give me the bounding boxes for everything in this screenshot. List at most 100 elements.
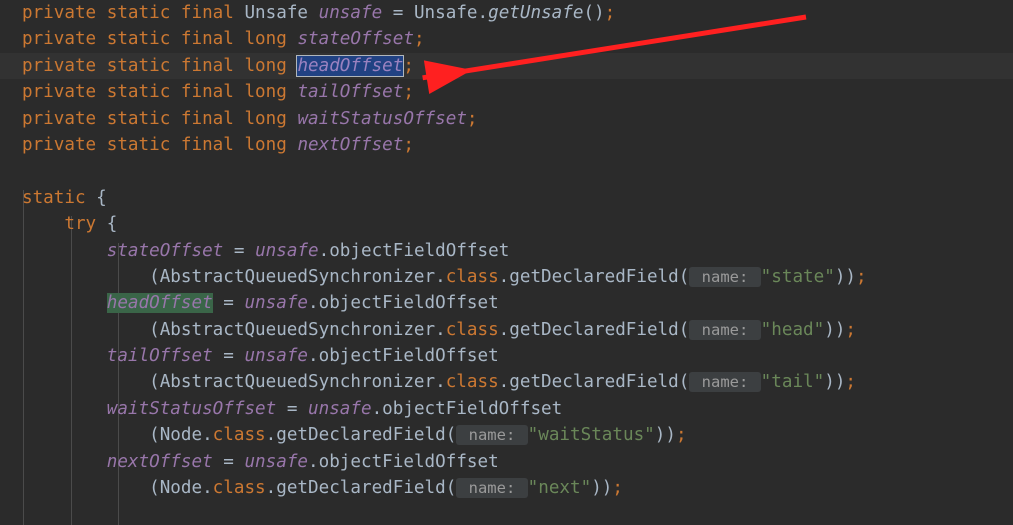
code-token-str: "state" — [760, 266, 835, 287]
code-line[interactable]: (Node.class.getDeclaredField( name: "nex… — [0, 475, 1013, 501]
code-token-fld: unsafe — [244, 451, 309, 472]
code-token-pl: )) — [654, 425, 676, 446]
code-token-str: "tail" — [760, 372, 825, 393]
code-line[interactable]: tailOffset = unsafe.objectFieldOffset — [0, 343, 1013, 369]
code-token-fld: waitStatusOffset — [106, 398, 277, 419]
code-line[interactable]: (AbstractQueuedSynchronizer.class.getDec… — [0, 369, 1013, 395]
code-token-kw: class — [445, 319, 499, 340]
code-token-str: "head" — [760, 319, 825, 340]
code-token-hint: name: — [456, 425, 528, 446]
code-token-kw: long — [244, 29, 298, 50]
code-token-pl: = — [223, 240, 256, 261]
code-token-pl: .objectFieldOffset — [308, 346, 499, 367]
code-token-pl: (AbstractQueuedSynchronizer. — [22, 266, 446, 287]
code-token-str: "waitStatus" — [527, 425, 655, 446]
code-line[interactable]: waitStatusOffset = unsafe.objectFieldOff… — [0, 396, 1013, 422]
code-token-pl: { — [106, 214, 118, 235]
code-token-kw: static — [106, 3, 181, 23]
code-token-kw: private — [22, 108, 107, 129]
code-token-kw: class — [212, 425, 266, 446]
code-token-pl: .getDeclaredField( — [265, 425, 457, 446]
code-line[interactable]: nextOffset = unsafe.objectFieldOffset — [0, 449, 1013, 475]
code-line[interactable]: private static final long headOffset; — [0, 52, 1013, 80]
code-token-kw: ; — [612, 478, 623, 499]
code-line[interactable]: (AbstractQueuedSynchronizer.class.getDec… — [0, 264, 1013, 290]
code-line[interactable]: private static final long stateOffset; — [0, 26, 1013, 52]
code-line[interactable] — [0, 158, 1013, 184]
code-token-pl: .getDeclaredField( — [265, 478, 457, 499]
code-token-str: "next" — [527, 478, 592, 499]
code-token-fld: unsafe — [318, 3, 383, 23]
code-token-fld: unsafe — [255, 240, 319, 261]
code-line[interactable]: (Node.class.getDeclaredField( name: "wai… — [0, 422, 1013, 448]
code-token-pl: { — [96, 187, 107, 208]
code-token-kw: ; — [403, 134, 414, 155]
code-token-kw: final — [180, 108, 245, 129]
code-token-fld: stateOffset — [106, 240, 224, 261]
code-token-hint: name: — [689, 266, 761, 287]
code-token-kw: final — [180, 29, 245, 50]
code-token-kw: private — [22, 134, 107, 155]
code-line[interactable]: headOffset = unsafe.objectFieldOffset — [0, 290, 1013, 316]
code-token-kw: ; — [845, 319, 857, 340]
code-token-cls: Unsafe — [413, 3, 478, 23]
code-token-kw: static — [106, 134, 181, 155]
code-token-fld: nextOffset — [297, 134, 404, 155]
code-token-pl: () — [583, 3, 605, 23]
code-token-kw: private — [22, 82, 107, 103]
code-token-pl: = — [212, 293, 245, 314]
code-content[interactable]: private static final Unsafe unsafe = Uns… — [0, 0, 1013, 501]
code-token-kw: long — [244, 55, 298, 76]
code-token-pl: )) — [824, 372, 846, 393]
code-token-kw: ; — [403, 55, 414, 76]
code-token-kw: long — [244, 134, 298, 155]
code-editor-pane[interactable]: private static final Unsafe unsafe = Uns… — [0, 0, 1013, 525]
code-token-pl: )) — [834, 266, 857, 287]
code-token-kw: ; — [675, 425, 687, 446]
code-token-kw: final — [180, 82, 245, 103]
code-token-pl: = — [212, 451, 245, 472]
code-token-pl: (AbstractQueuedSynchronizer. — [22, 319, 446, 340]
code-line[interactable]: private static final long tailOffset; — [0, 79, 1013, 105]
code-token-cls: Unsafe — [244, 3, 319, 23]
code-token-kw: class — [445, 266, 499, 287]
code-line[interactable]: private static final Unsafe unsafe = Uns… — [0, 0, 1013, 26]
code-token-fld: unsafe — [244, 293, 309, 314]
code-token-fld: unsafe — [308, 398, 372, 419]
code-token-pl: .getDeclaredField( — [498, 372, 690, 393]
code-token-pl: .getDeclaredField( — [498, 319, 690, 340]
code-token-kw: ; — [604, 3, 616, 23]
code-token-kw: ; — [403, 82, 414, 103]
code-line[interactable]: stateOffset = unsafe.objectFieldOffset — [0, 238, 1013, 264]
code-line[interactable]: private static final long nextOffset; — [0, 132, 1013, 158]
code-token-kw: private — [22, 55, 107, 76]
code-token-st: getUnsafe — [488, 3, 584, 23]
code-token-sel: headOffset — [296, 54, 405, 77]
code-token-pl: .objectFieldOffset — [308, 293, 499, 314]
code-token-pl: )) — [824, 319, 846, 340]
code-line[interactable]: try { — [0, 211, 1013, 237]
code-token-kw: class — [445, 372, 499, 393]
code-token-usg: headOffset — [106, 293, 213, 314]
code-line[interactable]: private static final long waitStatusOffs… — [0, 106, 1013, 132]
code-token-kw: ; — [413, 29, 425, 50]
code-token-fld: tailOffset — [297, 82, 404, 103]
code-line[interactable]: (AbstractQueuedSynchronizer.class.getDec… — [0, 317, 1013, 343]
code-token-pl: . — [477, 3, 489, 23]
code-token-pl: .getDeclaredField( — [498, 266, 690, 287]
code-token-pl: = — [212, 346, 245, 367]
code-token-kw: static — [106, 82, 181, 103]
code-token-fld: nextOffset — [106, 451, 213, 472]
code-token-kw: static — [106, 108, 181, 129]
code-token-fld: waitStatusOffset — [297, 108, 467, 129]
code-token-pl: = — [382, 3, 414, 23]
code-line[interactable]: static { — [0, 185, 1013, 211]
code-token-kw: ; — [466, 108, 478, 129]
code-token-kw: long — [244, 82, 298, 103]
